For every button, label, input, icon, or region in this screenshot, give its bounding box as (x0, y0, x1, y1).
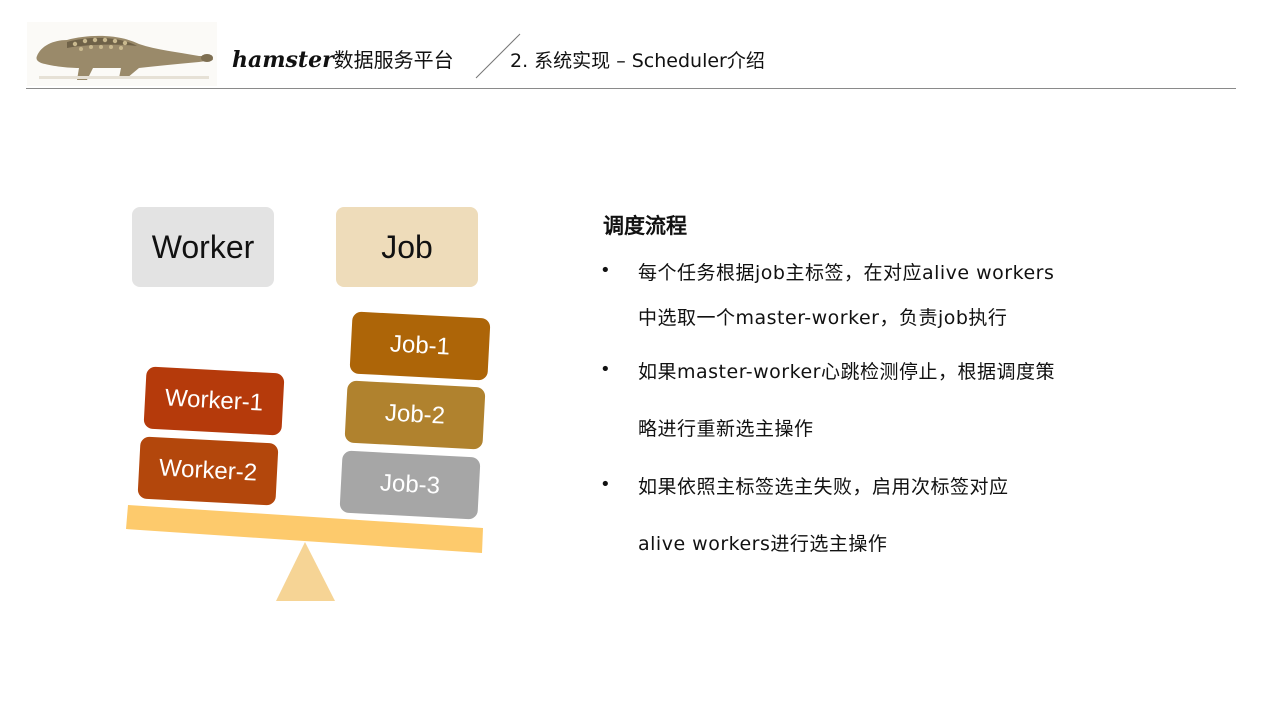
bullet-dot: • (600, 474, 611, 495)
flow-title: 调度流程 (603, 213, 687, 238)
bullet-dot: • (600, 359, 611, 380)
bullet-text: alive workers进行选主操作 (638, 533, 888, 555)
job-block: Job-1 (349, 311, 491, 381)
seesaw-fulcrum (276, 542, 335, 601)
job-block: Job-3 (339, 450, 481, 520)
worker-block: Worker-2 (137, 436, 279, 506)
worker-block: Worker-1 (143, 366, 285, 436)
bullet-text: 中选取一个master-worker，负责job执行 (638, 307, 1008, 329)
bullet-text: 略进行重新选主操作 (638, 418, 814, 440)
bullet-dot: • (600, 260, 611, 281)
bullet-text: 如果master-worker心跳检测停止，根据调度策 (638, 361, 1055, 383)
bullet-text: 每个任务根据job主标签，在对应alive workers (638, 262, 1055, 284)
bullet-text: 如果依照主标签选主失败，启用次标签对应 (638, 476, 1009, 498)
job-block: Job-2 (344, 380, 486, 450)
